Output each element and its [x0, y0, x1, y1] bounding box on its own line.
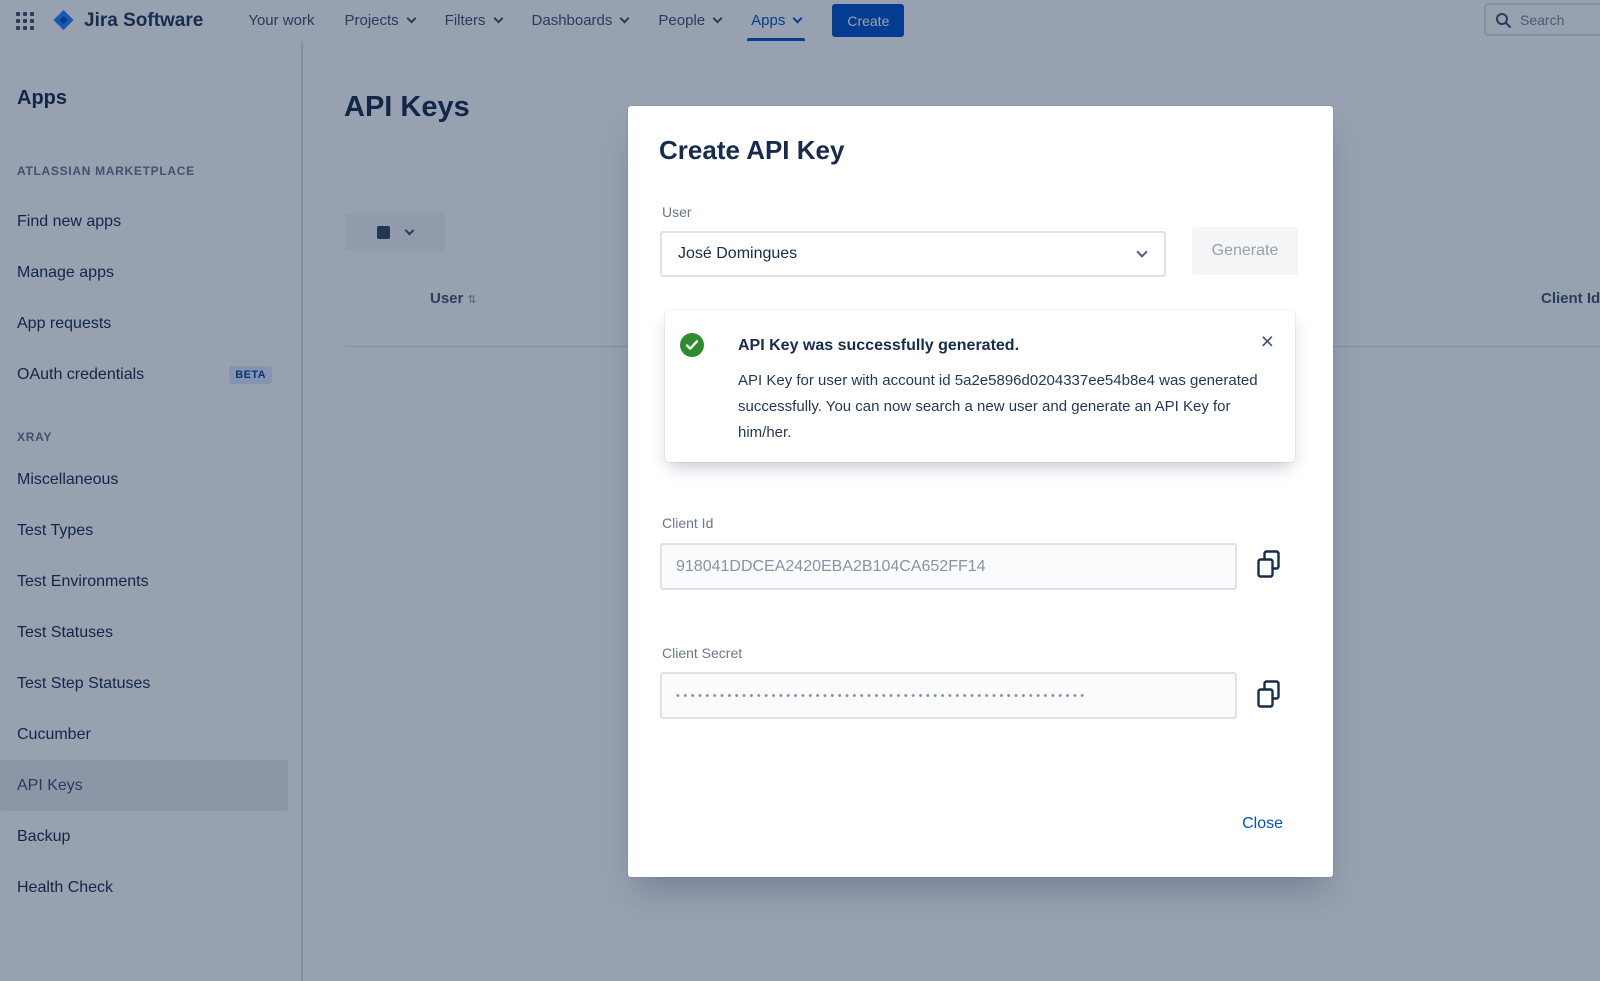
generate-button[interactable]: Generate [1192, 227, 1298, 275]
copy-client-id-icon[interactable] [1255, 549, 1282, 580]
flag-title: API Key was successfully generated. [738, 337, 1019, 355]
client-secret-label: Client Secret [662, 645, 742, 661]
client-id-field: 918041DDCEA2420EBA2B104CA652FF14 [660, 543, 1237, 590]
client-id-label: Client Id [662, 515, 713, 531]
dialog-title: Create API Key [659, 135, 844, 166]
flag-close-icon[interactable]: × [1261, 330, 1274, 352]
client-secret-field: ••••••••••••••••••••••••••••••••••••••••… [660, 672, 1237, 719]
create-api-key-dialog: Create API Key User José Domingues Gener… [628, 106, 1333, 877]
user-select-value: José Domingues [678, 245, 797, 263]
client-id-value: 918041DDCEA2420EBA2B104CA652FF14 [676, 558, 986, 576]
flag-body: API Key for user with account id 5a2e589… [738, 368, 1280, 446]
user-label: User [662, 204, 692, 220]
chevron-down-icon [1136, 246, 1147, 257]
success-check-icon [680, 333, 704, 357]
client-secret-masked-value: ••••••••••••••••••••••••••••••••••••••••… [676, 690, 1088, 702]
success-flag: API Key was successfully generated. × AP… [665, 310, 1295, 462]
close-button[interactable]: Close [1236, 814, 1289, 834]
copy-client-secret-icon[interactable] [1255, 679, 1282, 710]
user-select[interactable]: José Domingues [660, 231, 1166, 277]
